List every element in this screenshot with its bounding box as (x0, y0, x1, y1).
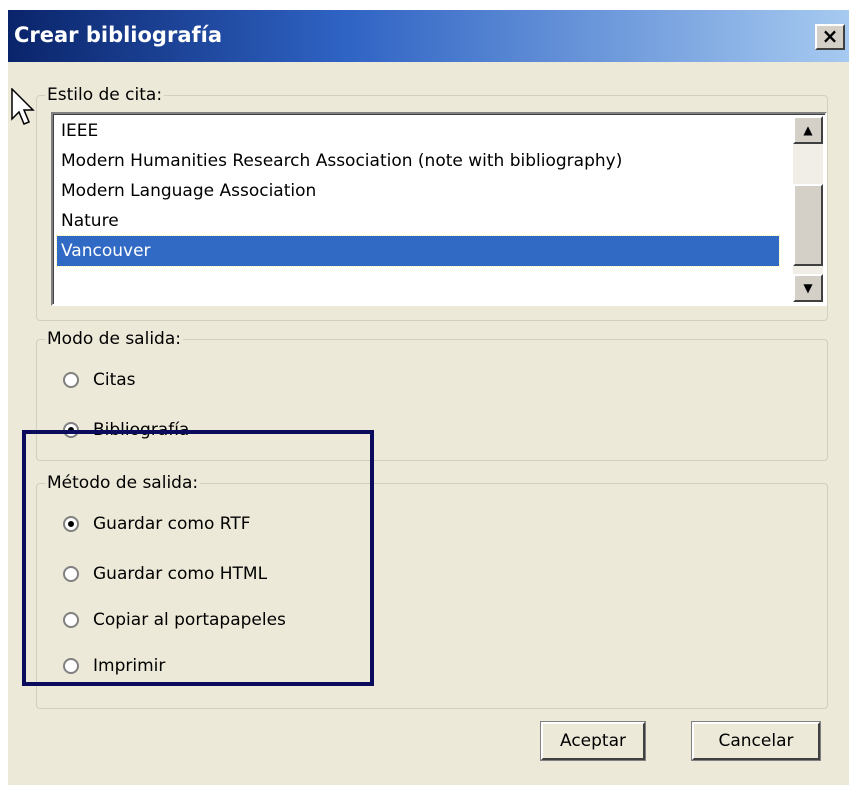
arrow-up-icon: ▲ (803, 123, 813, 137)
radio-icon (63, 658, 79, 674)
output-mode-label: Modo de salida: (45, 329, 183, 349)
radio-label: Copiar al portapapeles (93, 610, 286, 630)
radio-guardar-html[interactable]: Guardar como HTML (63, 564, 267, 584)
list-scrollbar[interactable]: ▲ ▼ (793, 116, 823, 302)
citation-style-label: Estilo de cita: (45, 85, 165, 105)
radio-label: Guardar como HTML (93, 564, 268, 584)
radio-icon (63, 372, 79, 388)
list-item[interactable]: Nature (57, 206, 779, 236)
radio-checked-icon (63, 516, 79, 532)
radio-copiar-portapapeles[interactable]: Copiar al portapapeles (63, 610, 286, 630)
citation-style-group: Estilo de cita: IEEE Modern Humanities R… (36, 85, 828, 321)
scroll-thumb[interactable] (793, 184, 823, 266)
dialog-body: Estilo de cita: IEEE Modern Humanities R… (8, 62, 849, 785)
radio-bibliografia[interactable]: Bibliografía (63, 420, 189, 440)
radio-checked-icon (63, 422, 79, 438)
output-mode-group: Modo de salida: Citas Bibliografía (36, 329, 828, 461)
window-title: Crear bibliografía (14, 23, 223, 47)
radio-label: Imprimir (93, 656, 166, 676)
scroll-down-button[interactable]: ▼ (793, 274, 823, 302)
citation-style-list[interactable]: IEEE Modern Humanities Research Associat… (51, 112, 827, 306)
close-icon: × (821, 24, 839, 48)
title-bar: Crear bibliografía × (8, 10, 849, 62)
output-method-label: Método de salida: (45, 473, 201, 493)
radio-guardar-rtf[interactable]: Guardar como RTF (63, 514, 251, 534)
list-item-selected[interactable]: Vancouver (56, 235, 780, 267)
radio-icon (63, 566, 79, 582)
accept-button[interactable]: Aceptar (541, 722, 645, 760)
list-item[interactable]: IEEE (57, 116, 779, 146)
arrow-down-icon: ▼ (803, 281, 813, 295)
close-button[interactable]: × (815, 24, 845, 50)
radio-label: Guardar como RTF (93, 514, 251, 534)
list-item[interactable]: Modern Language Association (57, 176, 779, 206)
mouse-pointer-icon (11, 88, 35, 125)
scroll-up-button[interactable]: ▲ (793, 116, 823, 144)
cancel-button[interactable]: Cancelar (692, 722, 820, 760)
radio-imprimir[interactable]: Imprimir (63, 656, 165, 676)
list-item[interactable]: Modern Humanities Research Association (… (57, 146, 779, 176)
output-method-group: Método de salida: Guardar como RTF Guard… (36, 473, 828, 709)
radio-citas[interactable]: Citas (63, 370, 136, 390)
radio-label: Citas (93, 370, 136, 390)
radio-label: Bibliografía (93, 420, 190, 440)
radio-icon (63, 612, 79, 628)
